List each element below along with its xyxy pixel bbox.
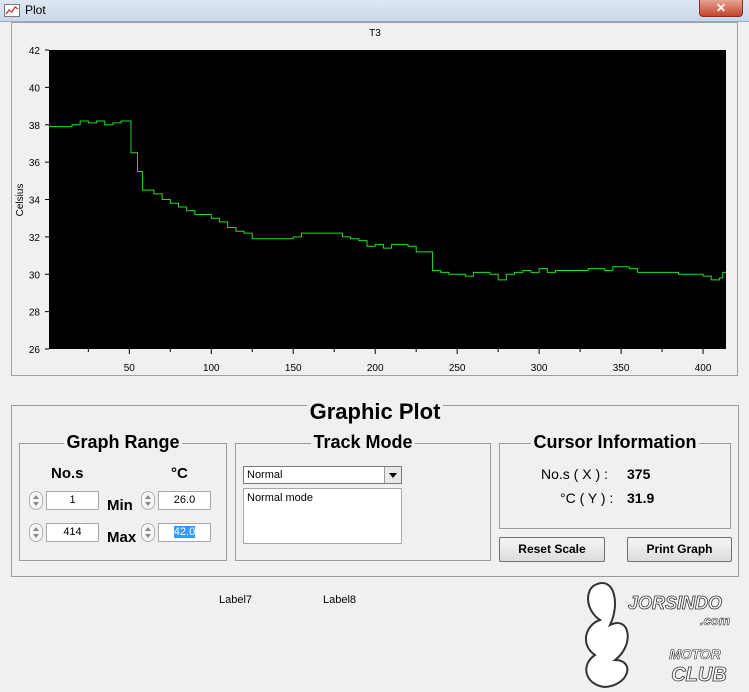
y-tick-label: 42: [29, 46, 41, 57]
x-tick-label: 350: [613, 363, 630, 374]
track-mode-select[interactable]: Normal: [243, 466, 402, 484]
label7: Label7: [219, 594, 253, 606]
chart-title: T3: [369, 28, 381, 39]
y-tick-label: 26: [29, 345, 41, 356]
x-tick-label: 50: [124, 363, 136, 374]
x-range-header: No.s: [51, 465, 84, 482]
svg-text:CLUB: CLUB: [671, 664, 727, 686]
reset-scale-button[interactable]: Reset Scale: [499, 537, 605, 562]
y-tick-label: 32: [29, 233, 41, 244]
x-tick-label: 400: [695, 363, 712, 374]
svg-text:.com: .com: [700, 613, 731, 628]
y-min-spinner[interactable]: [141, 491, 155, 510]
track-mode-description[interactable]: Normal mode: [243, 488, 402, 544]
x-tick-label: 250: [449, 363, 466, 374]
cursor-x-value: 375: [627, 466, 651, 482]
x-min-field[interactable]: 1: [46, 491, 99, 510]
jorsindo-watermark-logo: JORSINDO .com MOTOR CLUB: [585, 582, 731, 689]
min-label: Min: [107, 497, 133, 514]
x-tick-label: 300: [531, 363, 548, 374]
cursor-info-group: Cursor Information: [499, 432, 731, 529]
x-tick-label: 150: [285, 363, 302, 374]
graph-range-title: Graph Range: [64, 432, 182, 452]
max-label: Max: [107, 529, 137, 546]
y-min-field[interactable]: 26.0: [158, 491, 211, 510]
x-min-spinner[interactable]: [29, 491, 43, 510]
y-tick-label: 38: [29, 121, 41, 132]
print-graph-button[interactable]: Print Graph: [627, 537, 732, 562]
x-tick-label: 100: [203, 363, 220, 374]
x-max-field[interactable]: 414: [46, 523, 99, 542]
y-tick-label: 28: [29, 308, 41, 319]
track-mode-value: Normal: [247, 469, 283, 481]
temperature-chart[interactable]: T3 Celsius 26 28 30 32 34 36 38 40 42 50 100 150 20…: [0, 0, 749, 380]
y-tick-label: 36: [29, 158, 41, 169]
y-range-header: °C: [171, 465, 188, 482]
y-tick-label: 34: [29, 196, 41, 207]
cursor-info-title: Cursor Information: [531, 432, 699, 452]
cursor-y-value: 31.9: [627, 490, 655, 506]
svg-text:JORSINDO: JORSINDO: [628, 593, 722, 613]
y-max-field[interactable]: 42.0: [158, 523, 211, 542]
y-axis-label: Celsius: [15, 184, 26, 217]
track-mode-title: Track Mode: [311, 432, 415, 452]
y-tick-label: 40: [29, 83, 41, 94]
y-max-spinner[interactable]: [141, 523, 155, 542]
plot-area[interactable]: [49, 50, 726, 349]
x-tick-label: 200: [367, 363, 384, 374]
cursor-x-label: No.s ( X ) :: [541, 466, 608, 482]
y-tick-label: 30: [29, 270, 41, 281]
x-max-spinner[interactable]: [29, 523, 43, 542]
cursor-y-label: °C ( Y ) :: [560, 490, 614, 506]
chevron-down-icon[interactable]: [384, 467, 401, 483]
svg-text:MOTOR: MOTOR: [669, 646, 722, 662]
graphic-plot-title: Graphic Plot: [11, 399, 739, 425]
label8: Label8: [323, 594, 357, 606]
